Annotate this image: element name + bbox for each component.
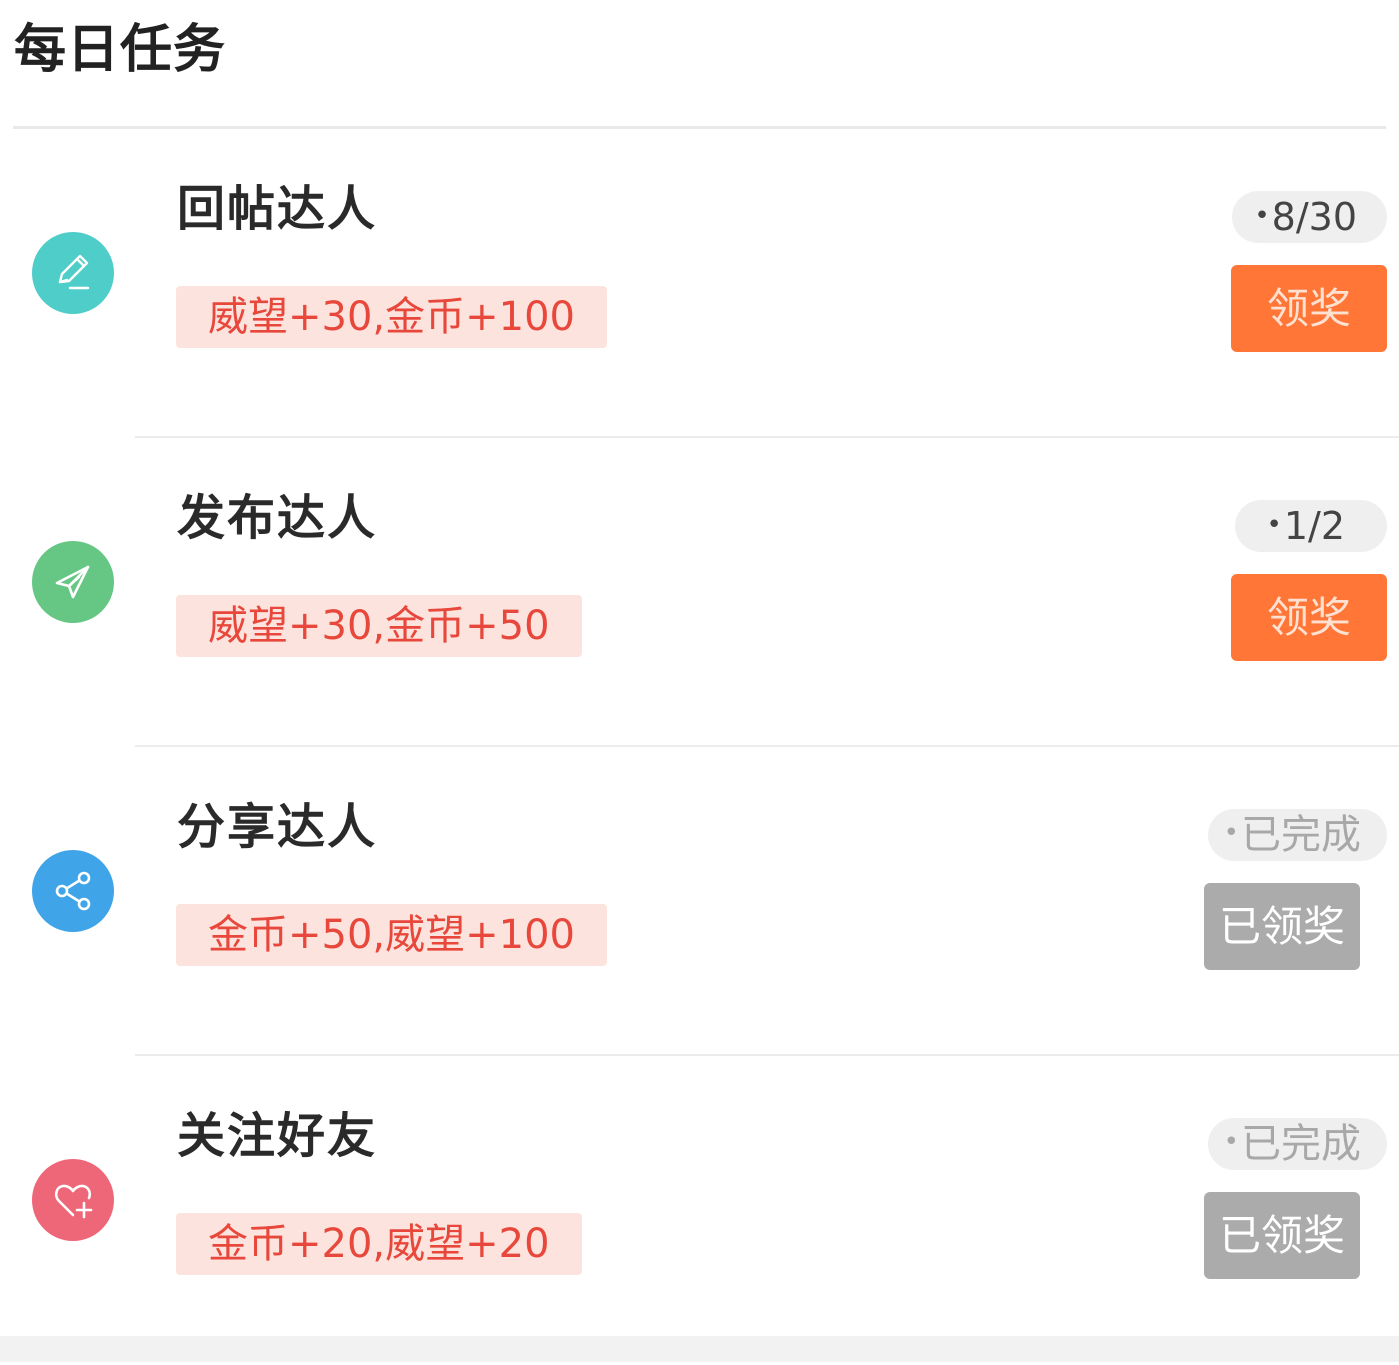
reward-tag: 金币+20,威望+20 xyxy=(176,1213,582,1275)
paper-plane-icon xyxy=(32,541,114,623)
reward-tag: 威望+30,金币+100 xyxy=(176,286,607,348)
progress-badge: •1/2 xyxy=(1234,500,1387,552)
dot-icon: • xyxy=(1223,818,1239,848)
reward-tag: 威望+30,金币+50 xyxy=(176,595,582,657)
pencil-icon xyxy=(32,232,114,314)
dot-icon: • xyxy=(1266,509,1282,540)
task-name: 关注好友 xyxy=(177,1108,378,1164)
dot-icon: • xyxy=(1223,1127,1239,1157)
progress-badge: •已完成 xyxy=(1207,1118,1387,1170)
task-row-post: 发布达人 威望+30,金币+50 •1/2 领奖 xyxy=(0,438,1399,747)
task-row-reply: 回帖达人 威望+30,金币+100 •8/30 领奖 xyxy=(0,129,1399,438)
progress-badge: •已完成 xyxy=(1207,809,1387,861)
claim-reward-button[interactable]: 领奖 xyxy=(1231,265,1387,352)
progress-text: 1/2 xyxy=(1283,504,1345,548)
task-row-follow: 关注好友 金币+20,威望+20 •已完成 已领奖 xyxy=(0,1056,1399,1365)
progress-text: 已完成 xyxy=(1241,812,1361,858)
reward-tag: 金币+50,威望+100 xyxy=(176,904,607,966)
claim-reward-button[interactable]: 领奖 xyxy=(1231,574,1387,661)
task-list: 回帖达人 威望+30,金币+100 •8/30 领奖 发布达人 威望+30,金币… xyxy=(0,129,1399,1365)
claimed-reward-button[interactable]: 已领奖 xyxy=(1204,1192,1360,1279)
share-icon xyxy=(32,850,114,932)
task-name: 分享达人 xyxy=(177,799,378,855)
progress-text: 8/30 xyxy=(1271,195,1357,239)
progress-badge: •8/30 xyxy=(1232,191,1387,243)
claimed-reward-button[interactable]: 已领奖 xyxy=(1204,883,1360,970)
task-row-share: 分享达人 金币+50,威望+100 •已完成 已领奖 xyxy=(0,747,1399,1056)
task-name: 发布达人 xyxy=(177,490,378,546)
heart-plus-icon xyxy=(32,1159,114,1241)
bottom-band xyxy=(0,1336,1399,1362)
task-name: 回帖达人 xyxy=(177,181,378,237)
dot-icon: • xyxy=(1254,200,1270,231)
progress-text: 已完成 xyxy=(1241,1121,1361,1167)
page-title: 每日任务 xyxy=(14,20,227,80)
